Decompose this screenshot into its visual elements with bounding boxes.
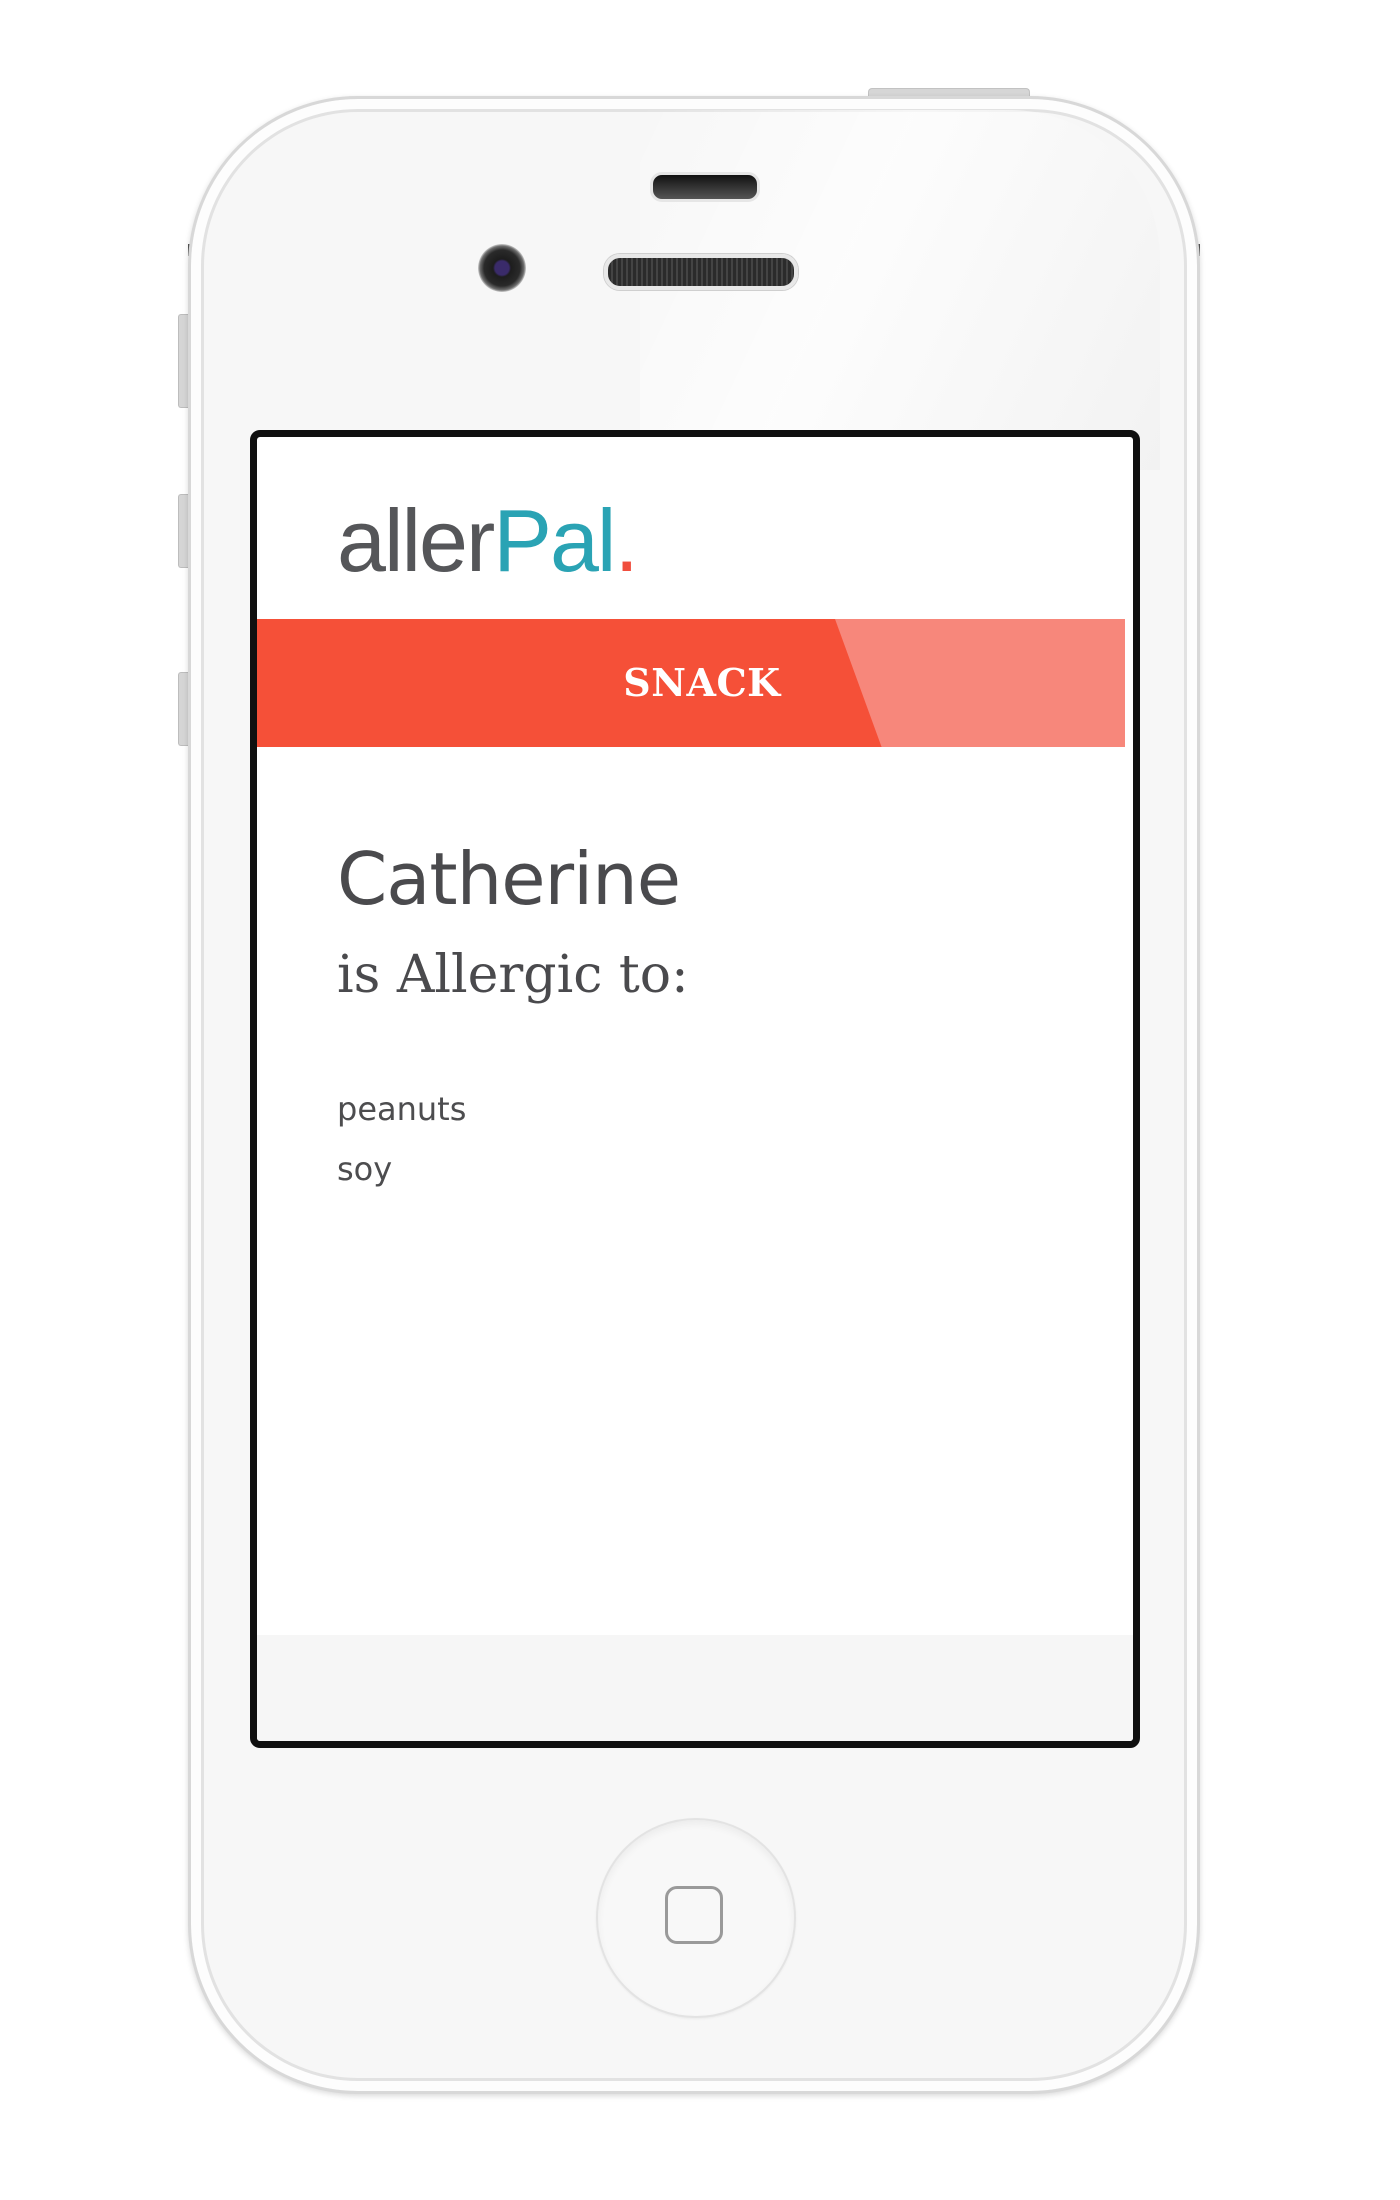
home-button-icon xyxy=(665,1886,723,1944)
screen-edge xyxy=(777,430,1140,437)
logo-brand: Pal xyxy=(493,491,616,590)
list-item: peanuts xyxy=(337,1090,467,1128)
home-button[interactable] xyxy=(596,1818,796,2018)
allergy-list: peanuts soy xyxy=(337,1079,466,1199)
phone-screen: allerPal. SNACK SAFE Catherine is Allerg… xyxy=(250,430,1140,1748)
front-camera-icon xyxy=(478,244,526,292)
snack-safe-banner: SNACK SAFE xyxy=(257,619,1125,747)
earpiece-speaker-icon xyxy=(604,254,798,290)
banner-accent-stripe xyxy=(835,619,1125,747)
proximity-sensor-icon xyxy=(650,172,760,202)
logo-prefix: aller xyxy=(337,491,495,590)
allergy-heading: is Allergic to: xyxy=(337,945,689,1005)
banner-label: SNACK SAFE xyxy=(623,660,781,705)
list-item: soy xyxy=(337,1150,393,1188)
logo-dot: . xyxy=(614,491,638,590)
screen-bottom-bar xyxy=(257,1635,1133,1741)
profile-name: Catherine xyxy=(337,837,681,921)
allerpal-logo: allerPal. xyxy=(337,491,639,591)
